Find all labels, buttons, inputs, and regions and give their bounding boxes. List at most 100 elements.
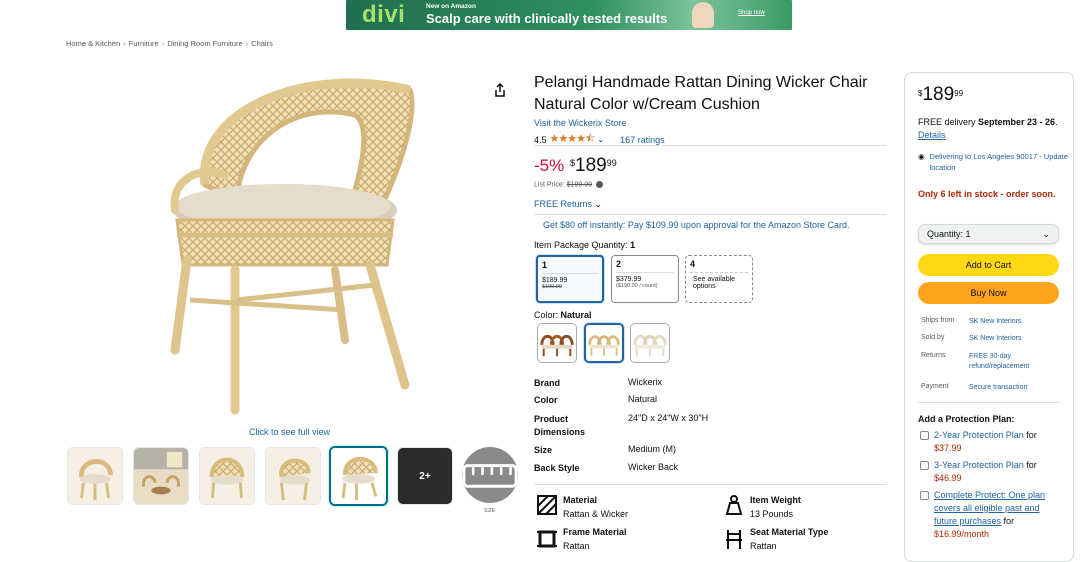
feature-value-seat: Rattan [750,541,777,551]
feature-value-frame: Rattan [563,541,590,551]
info-icon[interactable] [595,181,603,188]
info-value-ships-from[interactable]: SK New Interiors [969,317,1061,327]
divider [534,214,886,215]
delivery-location-text: Delivering to Los Angeles 90017 - Update… [929,152,1068,172]
color-swatch-white[interactable] [630,323,670,363]
banner-logo: divi [362,1,406,28]
size-video-thumbnail[interactable] [462,447,518,503]
divider [534,145,886,146]
info-value-payment[interactable]: Secure transaction [969,383,1061,393]
location-pin-icon: ◉ [918,152,925,161]
spec-key-back-style: Back Style [534,463,580,473]
sponsored-banner[interactable]: divi New on Amazon Scalp care with clini… [346,0,792,30]
buybox-price-fraction: 99 [954,88,964,98]
feature-value-material: Rattan & Wicker [563,509,629,519]
chevron-down-icon[interactable]: ⌄ [597,135,604,144]
free-returns-link[interactable]: FREE Returns ⌄ [534,199,602,210]
divider [918,402,1060,403]
buy-now-button[interactable]: Buy Now [918,282,1059,304]
frame-icon [536,528,558,550]
spec-value-size: Medium (M) [628,444,677,454]
package-option-1[interactable]: 1 $189.99 $199.99 [536,255,604,303]
spec-value-brand: Wickerix [628,377,662,387]
color-swatch-brown[interactable] [537,323,577,363]
spec-key-dimensions: Product Dimensions [534,414,586,437]
spec-key-size: Size [534,445,553,455]
checkbox[interactable] [920,491,929,500]
color-swatch-natural[interactable] [584,323,624,363]
delivery-prefix: FREE delivery [918,117,979,127]
star-rating-icon[interactable]: ★★★★⯪ [550,130,596,149]
ratings-count-link[interactable]: 167 ratings [620,135,665,145]
chevron-down-icon: ⌄ [594,199,603,209]
protection-option-3yr[interactable]: 3-Year Protection Plan for $46.99 [918,459,1064,485]
thumbnail-image[interactable] [199,447,255,505]
seat-icon [723,528,745,550]
store-link[interactable]: Visit the Wickerix Store [534,118,626,128]
price-currency: $ [570,157,576,168]
weight-icon [723,494,745,516]
size-label: SIZE [484,508,496,514]
quantity-select[interactable]: Quantity: 1 ⌄ [918,224,1059,244]
thumbnail-image[interactable] [67,447,123,505]
delivery-location-link[interactable]: ◉ Delivering to Los Angeles 90017 - Upda… [918,151,1068,173]
thumbnail-image[interactable] [265,447,321,505]
divider [534,484,886,485]
banner-kicker: New on Amazon [426,3,476,10]
protection-option-complete[interactable]: Complete Protect: One plan covers all el… [918,489,1064,541]
feature-title-weight: Item Weight [750,495,801,505]
info-value-returns[interactable]: FREE 30-day refund/replacement [969,352,1061,372]
thumbnail-image[interactable] [133,447,189,505]
product-title: Pelangi Handmade Rattan Dining Wicker Ch… [534,74,868,113]
color-label: Color: Natural [534,310,592,320]
protection-price: $37.99 [934,443,962,453]
thumbnail-image-selected[interactable] [329,446,388,506]
buybox-price-whole: 189 [922,84,955,105]
package-option-2[interactable]: 2 $379.99 ($190.00 / count) [611,255,679,303]
spec-value-dimensions: 24"D x 24"W x 30"H [628,413,709,423]
color-title: Color: [534,310,559,320]
checkbox[interactable] [920,461,929,470]
breadcrumb-home-kitchen[interactable]: Home & Kitchen [66,39,120,48]
thumbnail-more-button[interactable]: 2+ [397,447,453,505]
protection-label[interactable]: 3-Year Protection Plan [934,460,1024,470]
info-key-returns: Returns [921,352,946,359]
package-qty: 1 [542,260,598,274]
price-fraction: 99 [606,157,617,168]
checkbox[interactable] [920,431,929,440]
discount-percentage: -5% [534,156,565,175]
banner-shop-now-link[interactable]: Shop now [738,10,765,16]
protection-label[interactable]: 2-Year Protection Plan [934,430,1024,440]
material-icon [536,494,558,516]
info-key-ships-from: Ships from [921,317,955,324]
buybox-price: $18999 [918,84,963,106]
package-price: $379.99 [616,276,642,283]
banner-headline: Scalp care with clinically tested result… [426,11,668,26]
list-price-label: List Price: [534,181,565,189]
click-full-view-link[interactable]: Click to see full view [249,427,330,437]
protection-label[interactable]: Complete Protect: One plan covers all el… [934,490,1045,526]
thumbnail-more-label: 2+ [419,470,431,482]
add-to-cart-button[interactable]: Add to Cart [918,254,1059,276]
info-key-sold-by: Sold by [921,334,945,341]
breadcrumb-dining-room[interactable]: Dining Room Furniture [167,39,242,48]
package-option-4[interactable]: 4 See available options [685,255,753,303]
package-quantity-label: Item Package Quantity: 1 [534,240,635,250]
protection-price: $46.99 [934,473,962,483]
breadcrumb-chairs[interactable]: Chairs [251,39,273,48]
color-selected: Natural [560,310,592,320]
chevron-down-icon: ⌄ [1042,229,1050,239]
main-product-image[interactable] [165,70,425,420]
package-qty: 2 [616,259,674,273]
protection-suffix: for [1001,516,1015,526]
info-value-sold-by[interactable]: SK New Interiors [969,334,1061,344]
share-icon[interactable] [492,82,508,98]
protection-option-2yr[interactable]: 2-Year Protection Plan for $37.99 [918,429,1064,455]
list-price: List Price: $199.99 [534,181,603,188]
list-price-value: $199.99 [566,181,592,189]
info-key-payment: Payment [921,383,949,390]
store-card-promo-link[interactable]: Get $80 off instantly: Pay $109.99 upon … [543,220,850,230]
breadcrumb-furniture[interactable]: Furniture [129,39,159,48]
delivery-details-link[interactable]: Details [918,130,946,140]
banner-model-image [692,2,714,28]
